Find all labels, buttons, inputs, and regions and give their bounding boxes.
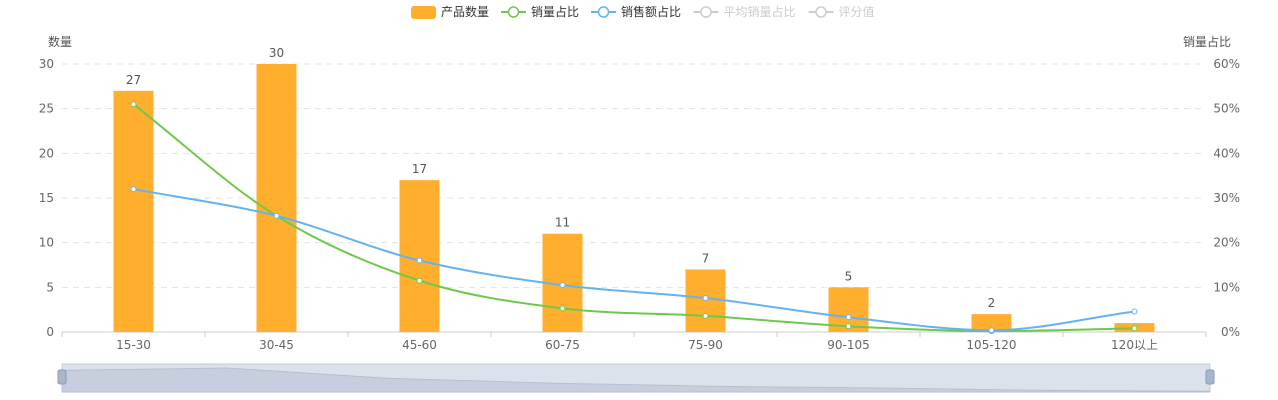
data-point xyxy=(416,277,423,284)
bar-value-label: 11 xyxy=(555,216,570,230)
legend-bar-swatch[interactable] xyxy=(411,6,436,19)
legend: 产品数量 销量占比 销售额占比 平均销量占比 评分值 xyxy=(411,4,875,19)
data-point xyxy=(845,323,852,330)
bar-value-label: 27 xyxy=(126,73,141,87)
right-tick-label: 20% xyxy=(1213,236,1240,250)
legend-label[interactable]: 产品数量 xyxy=(441,4,489,19)
right-axis-title: 销量占比 xyxy=(1183,34,1231,49)
bar-value-label: 2 xyxy=(988,296,996,310)
right-tick-label: 40% xyxy=(1213,146,1240,160)
left-tick-label: 10 xyxy=(39,236,54,250)
gridlines xyxy=(62,63,1206,288)
data-point xyxy=(416,257,423,264)
data-point xyxy=(130,186,137,193)
data-point xyxy=(130,101,137,108)
data-point xyxy=(988,327,995,334)
data-point xyxy=(1131,308,1138,315)
legend-marker[interactable] xyxy=(700,6,712,18)
legend-label[interactable]: 销售额占比 xyxy=(621,4,681,19)
left-tick-label: 15 xyxy=(39,191,54,205)
legend-marker[interactable] xyxy=(597,6,610,18)
bar-value-label: 5 xyxy=(845,269,853,283)
data-point xyxy=(845,314,852,321)
x-tick-label: 105-120 xyxy=(966,338,1016,352)
left-axis-title: 数量 xyxy=(48,34,72,49)
left-tick-label: 5 xyxy=(46,280,54,294)
x-tick-label: 45-60 xyxy=(402,338,437,352)
bar xyxy=(256,64,297,332)
x-tick-label: 90-105 xyxy=(827,338,870,352)
x-tick-label: 75-90 xyxy=(688,338,723,352)
right-tick-label: 50% xyxy=(1213,102,1240,116)
bar-value-label: 17 xyxy=(412,162,427,176)
x-tick-label: 30-45 xyxy=(259,338,294,352)
bar-value-label: 30 xyxy=(269,46,284,60)
data-point xyxy=(559,282,566,289)
legend-label[interactable]: 平均销量占比 xyxy=(724,4,796,19)
right-tick-label: 0% xyxy=(1221,325,1240,339)
left-tick-label: 30 xyxy=(39,57,54,71)
legend-label[interactable]: 评分值 xyxy=(839,4,875,19)
combo-chart: 产品数量 销量占比 销售额占比 平均销量占比 评分值 数量 销量占比 051015202… xyxy=(39,4,1240,393)
x-tick-label: 120以上 xyxy=(1111,338,1158,352)
data-point xyxy=(559,305,566,312)
right-tick-label: 10% xyxy=(1213,280,1240,294)
bar xyxy=(113,90,154,332)
left-tick-label: 0 xyxy=(46,325,54,339)
bar-value-label: 7 xyxy=(702,251,710,265)
zoom-handle-left[interactable] xyxy=(57,369,67,385)
left-tick-label: 20 xyxy=(39,146,54,160)
legend-label[interactable]: 销量占比 xyxy=(531,4,579,19)
legend-marker[interactable] xyxy=(815,6,827,18)
x-tick-label: 60-75 xyxy=(545,338,580,352)
x-tick-label: 15-30 xyxy=(116,338,151,352)
data-point xyxy=(1131,325,1138,332)
bar-series: 27 30 17 11 7 5 2 xyxy=(113,46,1155,332)
right-tick-label: 30% xyxy=(1213,191,1240,205)
data-point xyxy=(273,212,280,219)
zoom-handle-right[interactable] xyxy=(1205,369,1215,385)
data-point xyxy=(702,295,709,302)
data-point xyxy=(702,312,709,319)
data-zoom-slider[interactable] xyxy=(57,363,1215,393)
left-tick-label: 25 xyxy=(39,102,54,116)
right-tick-label: 60% xyxy=(1213,57,1240,71)
legend-marker[interactable] xyxy=(507,6,520,18)
